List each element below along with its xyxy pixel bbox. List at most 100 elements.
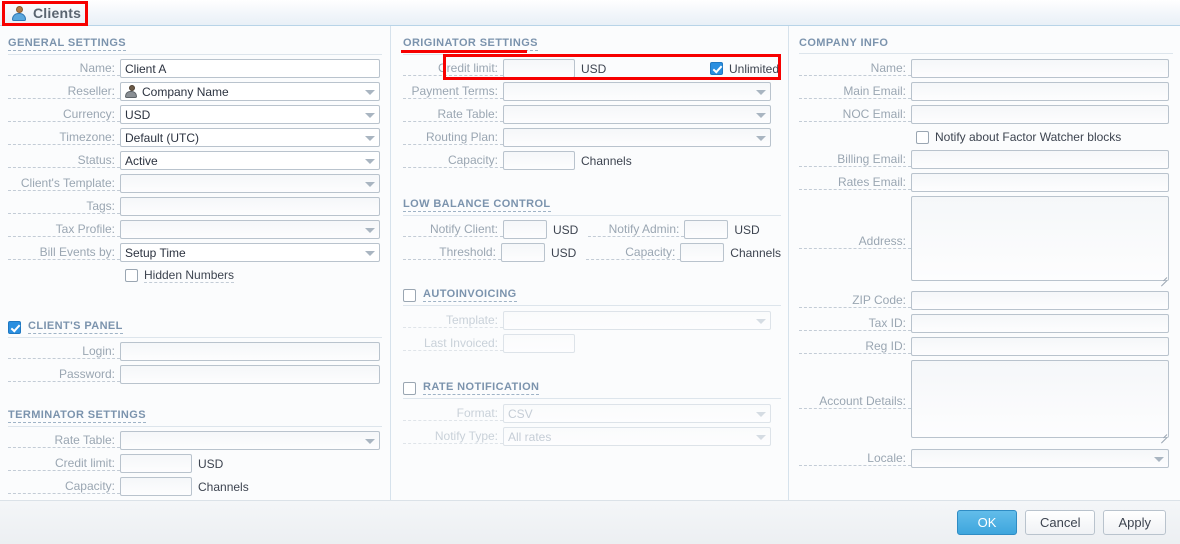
term-credit-limit-input[interactable]	[120, 454, 192, 473]
orig-rate-table-select[interactable]	[503, 105, 771, 124]
section-general-settings-label: GENERAL SETTINGS	[8, 37, 127, 51]
field-routing-plan-label: Routing Plan:	[403, 130, 503, 145]
field-tax-profile: Tax Profile:	[8, 218, 382, 241]
field-term-rate-table: Rate Table:	[8, 429, 382, 452]
term-capacity-input[interactable]	[120, 477, 192, 496]
timezone-value: Default (UTC)	[125, 130, 200, 145]
left-column: GENERAL SETTINGS Name: Reseller: Company…	[0, 26, 390, 500]
field-bill-events-by: Bill Events by: Setup Time	[8, 241, 382, 264]
format-select[interactable]: CSV	[503, 404, 771, 423]
clients-template-select[interactable]	[120, 174, 380, 193]
timezone-select[interactable]: Default (UTC)	[120, 128, 380, 147]
ok-button[interactable]: OK	[957, 510, 1017, 535]
notify-type-value: All rates	[508, 429, 552, 444]
name-input[interactable]	[120, 59, 380, 78]
tab-clients[interactable]: Clients	[7, 2, 89, 24]
clients-edit-window: Clients GENERAL SETTINGS Name: Reseller:…	[0, 0, 1180, 544]
field-term-capacity: Capacity: Channels	[8, 475, 382, 498]
field-payment-terms: Payment Terms:	[403, 80, 781, 103]
routing-plan-select[interactable]	[503, 128, 771, 147]
reg-id-input[interactable]	[911, 337, 1169, 356]
cancel-button[interactable]: Cancel	[1025, 510, 1096, 535]
template-select[interactable]	[503, 311, 771, 330]
status-select[interactable]: Active	[120, 151, 380, 170]
field-notify-type-label: Notify Type:	[403, 429, 503, 444]
field-name-label: Name:	[8, 61, 120, 76]
tax-id-input[interactable]	[911, 314, 1169, 333]
user-icon	[125, 85, 138, 98]
billing-email-input[interactable]	[911, 150, 1169, 169]
chevron-down-icon	[365, 438, 375, 444]
field-status: Status: Active	[8, 149, 382, 172]
chevron-down-icon	[756, 318, 766, 324]
factor-watcher-checkbox[interactable]	[916, 130, 929, 144]
currency-select[interactable]: USD	[120, 105, 380, 124]
unlimited-checkbox[interactable]	[709, 62, 723, 75]
last-invoiced-input[interactable]	[503, 334, 575, 353]
field-company-name: Name:	[799, 57, 1177, 80]
main-email-input[interactable]	[911, 82, 1169, 101]
locale-select[interactable]	[911, 449, 1169, 468]
rate-notification-checkbox[interactable]	[403, 381, 416, 395]
field-template-label: Template:	[403, 313, 503, 328]
field-factor-watcher: Notify about Factor Watcher blocks	[799, 126, 1177, 148]
lbc-capacity-input[interactable]	[680, 243, 725, 262]
factor-watcher-label: Notify about Factor Watcher blocks	[935, 130, 1122, 144]
clients-panel-checkbox[interactable]	[8, 320, 21, 334]
field-term-credit-limit-label: Credit limit:	[8, 456, 120, 471]
field-last-invoiced: Last Invoiced:	[403, 332, 781, 355]
orig-capacity-input[interactable]	[503, 151, 575, 170]
notify-type-select[interactable]: All rates	[503, 427, 771, 446]
threshold-input[interactable]	[500, 243, 545, 262]
field-main-email: Main Email:	[799, 80, 1177, 103]
orig-credit-limit-input[interactable]	[503, 59, 575, 78]
status-value: Active	[125, 153, 158, 168]
reseller-value: Company Name	[142, 84, 229, 99]
apply-button[interactable]: Apply	[1103, 510, 1166, 535]
login-input[interactable]	[120, 342, 380, 361]
section-clients-panel-label: CLIENT'S PANEL	[28, 320, 123, 334]
address-textarea[interactable]	[911, 196, 1169, 281]
rates-email-input[interactable]	[911, 173, 1169, 192]
orig-capacity-unit: Channels	[581, 153, 632, 168]
password-input[interactable]	[120, 365, 380, 384]
term-rate-table-select[interactable]	[120, 431, 380, 450]
payment-terms-select[interactable]	[503, 82, 771, 101]
field-orig-rate-table: Rate Table:	[403, 103, 781, 126]
field-reseller-label: Reseller:	[8, 84, 120, 99]
chevron-down-icon	[756, 135, 766, 141]
tax-profile-select[interactable]	[120, 220, 380, 239]
field-orig-credit-limit: Credit limit: USD Unlimited	[403, 57, 781, 80]
field-timezone-label: Timezone:	[8, 130, 120, 145]
field-clients-template-label: Client's Template:	[8, 176, 120, 191]
field-notify-admin-label: Notify Admin:	[588, 222, 685, 237]
field-clients-template: Client's Template:	[8, 172, 382, 195]
tags-input[interactable]	[120, 197, 380, 216]
middle-column: ORIGINATOR SETTINGS Credit limit: USD Un…	[390, 26, 788, 500]
field-orig-credit-limit-label: Credit limit:	[403, 61, 503, 76]
field-password: Password:	[8, 363, 382, 386]
account-details-textarea[interactable]	[911, 360, 1169, 438]
autoinvoicing-checkbox[interactable]	[403, 288, 416, 302]
chevron-down-icon	[365, 181, 375, 187]
company-name-input[interactable]	[911, 59, 1169, 78]
term-capacity-unit: Channels	[198, 479, 249, 494]
notify-client-input[interactable]	[503, 220, 547, 239]
field-threshold-label: Threshold:	[403, 245, 501, 260]
field-locale-label: Locale:	[799, 451, 911, 466]
field-password-label: Password:	[8, 367, 120, 382]
reseller-select[interactable]: Company Name	[120, 82, 380, 101]
field-notify-client-label: Notify Client:	[403, 222, 503, 237]
unlimited-label: Unlimited	[728, 61, 779, 76]
hidden-numbers-checkbox[interactable]	[125, 268, 138, 282]
threshold-unit: USD	[550, 245, 577, 260]
chevron-down-icon	[365, 112, 375, 118]
field-rates-email-label: Rates Email:	[799, 175, 911, 190]
bill-events-by-select[interactable]: Setup Time	[120, 243, 380, 262]
field-orig-capacity: Capacity: Channels	[403, 149, 781, 172]
notify-admin-input[interactable]	[684, 220, 729, 239]
zip-code-input[interactable]	[911, 291, 1169, 310]
noc-email-input[interactable]	[911, 105, 1169, 124]
orig-credit-limit-unit: USD	[581, 61, 607, 76]
field-routing-plan: Routing Plan:	[403, 126, 781, 149]
